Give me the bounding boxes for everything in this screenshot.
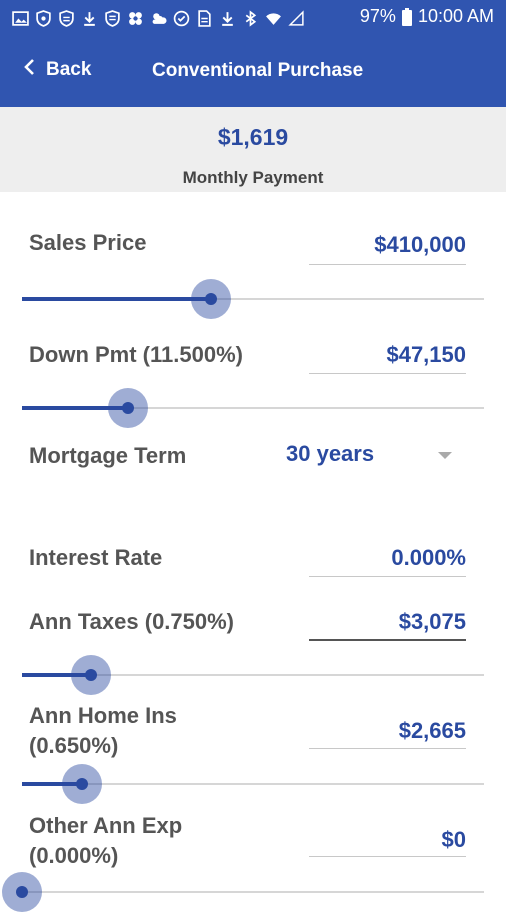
wifi-icon [265, 10, 282, 27]
flower-icon [127, 10, 144, 27]
status-right: 97% 10:00 AM [360, 6, 494, 27]
home-ins-label-line2: (0.650%) [29, 733, 119, 758]
interest-rate-underline [309, 576, 466, 577]
check-circle-icon [173, 10, 190, 27]
slider-fill [22, 297, 212, 301]
notification-icons [12, 8, 305, 28]
back-button[interactable]: Back [22, 58, 91, 81]
status-bar: 97% 10:00 AM [0, 0, 506, 36]
sales-price-slider[interactable] [22, 279, 484, 319]
payment-summary: $1,619 Monthly Payment [0, 107, 506, 192]
battery-icon [401, 7, 412, 26]
home-ins-slider[interactable] [22, 764, 484, 804]
monthly-payment-value: $1,619 [217, 124, 289, 150]
home-ins-label-line1: Ann Home Ins [29, 703, 177, 728]
home-ins-underline [309, 748, 466, 749]
clock: 10:00 AM [417, 6, 494, 26]
ann-taxes-underline [309, 639, 466, 641]
chevron-left-icon [22, 58, 36, 81]
other-exp-underline [309, 856, 466, 857]
other-exp-label-line2: (0.000%) [29, 843, 119, 868]
download-icon [219, 10, 236, 27]
sales-price-input[interactable]: $410,000 [374, 232, 466, 258]
down-payment-underline [309, 373, 466, 374]
shield-icon [104, 9, 121, 27]
mortgage-term-value: 30 years [286, 441, 375, 466]
shield-icon [35, 9, 52, 27]
battery-percent: 97% [359, 6, 396, 26]
down-payment-input[interactable]: $47,150 [386, 342, 466, 368]
down-payment-slider[interactable] [22, 388, 484, 428]
page-title: Conventional Purchase [152, 60, 364, 81]
app-bar: Back Conventional Purchase [0, 36, 506, 107]
other-exp-label: Other Ann Exp (0.000%) [29, 811, 182, 871]
interest-rate-label: Interest Rate [29, 545, 163, 570]
ann-taxes-label: Ann Taxes (0.750%) [29, 609, 235, 634]
shield-icon [58, 9, 75, 27]
slider-thumb[interactable] [76, 778, 89, 790]
other-exp-slider[interactable] [2, 872, 484, 912]
ann-taxes-slider[interactable] [22, 655, 484, 695]
ann-taxes-input[interactable]: $3,075 [399, 609, 466, 635]
down-payment-label: Down Pmt (11.500%) [29, 342, 243, 367]
interest-rate-input[interactable]: 0.000% [391, 545, 466, 571]
slider-track [22, 891, 484, 893]
other-exp-input[interactable]: $0 [442, 827, 466, 853]
sales-price-label: Sales Price [29, 230, 147, 255]
bluetooth-icon [242, 9, 259, 27]
mortgage-term-label: Mortgage Term [29, 443, 187, 468]
dropdown-arrow-icon [438, 452, 452, 459]
home-ins-label: Ann Home Ins (0.650%) [29, 701, 177, 761]
back-label: Back [46, 58, 92, 80]
slider-thumb[interactable] [16, 886, 28, 898]
document-icon [196, 9, 213, 27]
mortgage-term-dropdown[interactable]: 30 years [286, 441, 466, 473]
weather-icon [150, 10, 167, 27]
gallery-icon [12, 10, 29, 27]
other-exp-label-line1: Other Ann Exp [29, 813, 183, 838]
monthly-payment-label: Monthly Payment [182, 168, 324, 187]
sales-price-underline [309, 264, 466, 265]
home-ins-input[interactable]: $2,665 [399, 718, 466, 744]
signal-icon [288, 9, 305, 27]
download-icon [81, 10, 98, 27]
